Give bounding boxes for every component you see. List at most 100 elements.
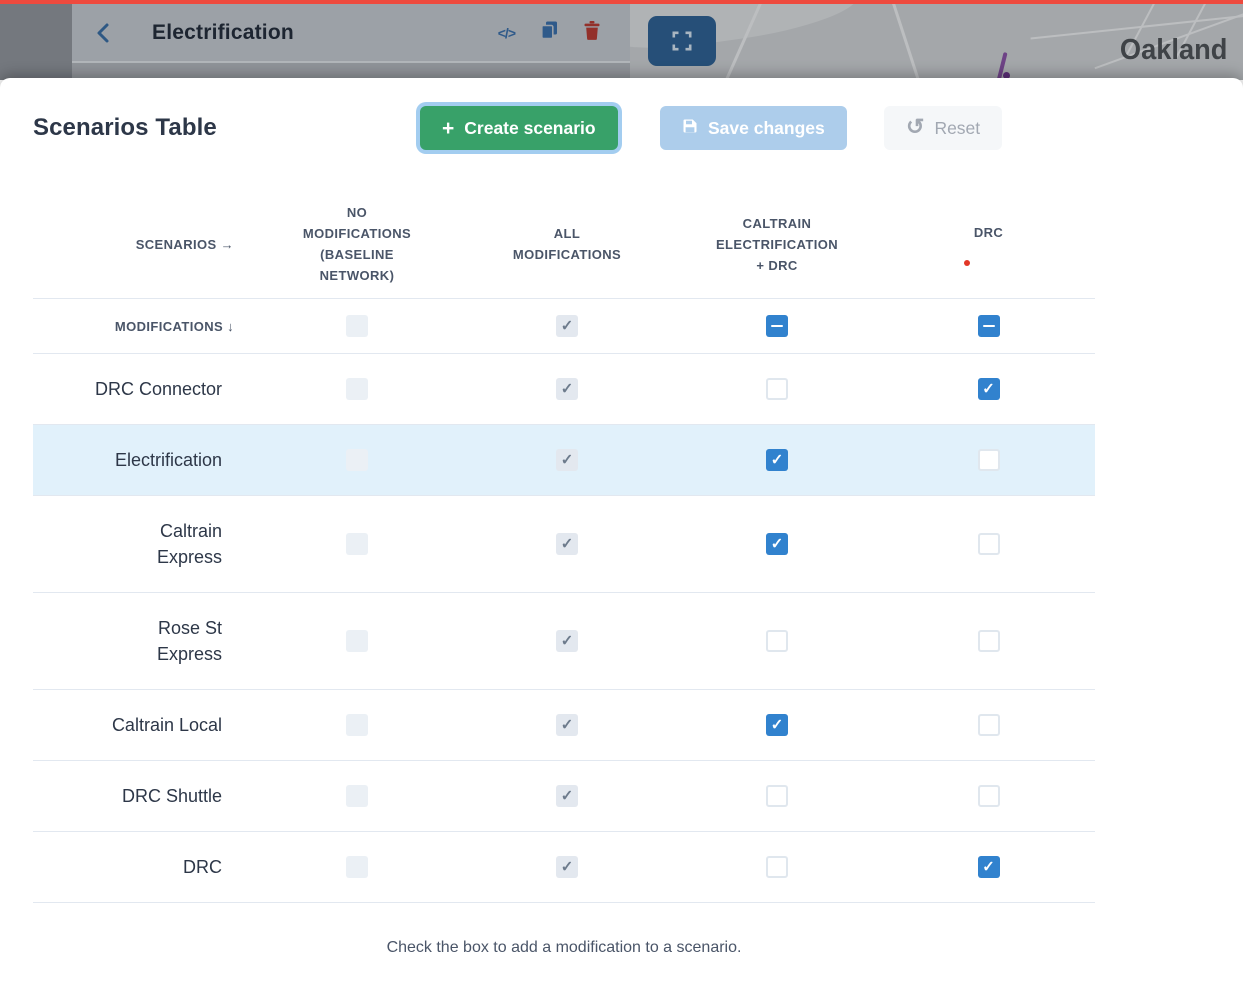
checkbox-cell [252,630,462,652]
app-window: Oakland Electrification </> [0,0,1243,983]
checkbox-cell [882,533,1095,555]
modification-row: DRC ✓ ✓ [33,832,1095,903]
scenario-column-label: ALL MODIFICATIONS [513,223,621,265]
checkbox-cell [882,785,1095,807]
modification-name: Caltrain Express [157,521,222,567]
fullscreen-button[interactable] [648,16,716,66]
scenario-checkbox-unchecked[interactable] [978,785,1000,807]
scenario-checkbox-unchecked[interactable] [766,856,788,878]
page-title: Scenarios Table [33,114,217,142]
scenario-checkbox-indeterminate[interactable] [978,315,1000,337]
scenario-checkbox-disabled-unchecked [346,449,368,471]
save-changes-button[interactable]: Save changes [660,106,847,150]
scenarios-corner-header: SCENARIOS → [33,237,252,252]
modification-title: Electrification [152,21,294,45]
checkbox-cell [672,630,882,652]
chevron-left-icon [96,22,110,44]
reset-button[interactable]: ↺ Reset [884,106,1002,150]
modification-row: Caltrain Express ✓ ✓ [33,496,1095,593]
checkbox-cell: ✓ [882,856,1095,878]
checkbox-cell: ✓ [462,533,672,555]
modification-name-cell: DRC Connector [33,376,252,402]
create-scenario-button[interactable]: + Create scenario [420,106,618,150]
scenario-checkbox-unchecked[interactable] [766,785,788,807]
modification-name: DRC Shuttle [122,786,222,806]
scenario-checkbox-disabled-unchecked [346,630,368,652]
top-accent-bar [0,0,1243,4]
scenario-checkbox-unchecked[interactable] [766,378,788,400]
save-changes-label: Save changes [708,118,825,139]
checkbox-cell [252,533,462,555]
scenario-checkbox-unchecked[interactable] [978,630,1000,652]
checkbox-cell: ✓ [672,449,882,471]
scenario-checkbox-indeterminate[interactable] [766,315,788,337]
checkbox-cell [252,856,462,878]
scenario-checkbox-disabled-checked: ✓ [556,630,578,652]
modification-row: Caltrain Local ✓ ✓ [33,690,1095,761]
checkbox-cell: ✓ [462,315,672,337]
check-icon: ✓ [561,452,574,467]
modification-name-cell: Rose St Express [33,615,252,667]
scenarios-table-modal: Scenarios Table + Create scenario Save c… [0,78,1243,983]
modification-name: DRC Connector [95,379,222,399]
modification-name-cell: Caltrain Express [33,518,252,570]
check-icon: ✓ [561,536,574,551]
scenario-checkbox-checked[interactable]: ✓ [766,714,788,736]
checkbox-cell: ✓ [462,714,672,736]
modification-row: Electrification ✓ ✓ [33,425,1095,496]
checkbox-cell: ✓ [882,378,1095,400]
reset-label: Reset [934,118,980,139]
scenario-column-label: NO MODIFICATIONS (BASELINE NETWORK) [303,202,411,286]
check-icon: ✓ [561,633,574,648]
scenario-checkbox-checked[interactable]: ✓ [978,378,1000,400]
scenario-checkbox-unchecked[interactable] [766,630,788,652]
code-icon[interactable]: </> [498,25,515,41]
scenario-checkbox-disabled-unchecked [346,315,368,337]
fullscreen-corners-icon [670,29,694,53]
check-icon: ✓ [561,381,574,396]
scenario-checkbox-disabled-checked: ✓ [556,378,578,400]
scenario-checkbox-checked[interactable]: ✓ [766,449,788,471]
plus-icon: + [442,118,454,139]
copy-icon[interactable] [541,21,558,45]
checkbox-cell [882,449,1095,471]
modification-titlebar: Electrification </> [72,4,630,63]
scenario-checkbox-checked[interactable]: ✓ [978,856,1000,878]
modification-name: Electrification [115,450,222,470]
modification-name: Rose St Express [157,618,222,664]
checkbox-cell [882,630,1095,652]
modification-name-cell: DRC [33,854,252,880]
scenario-checkbox-checked[interactable]: ✓ [766,533,788,555]
scenario-column-header: CALTRAIN ELECTRIFICATION + DRC [672,213,882,276]
checkbox-cell [882,714,1095,736]
checkbox-cell: ✓ [462,856,672,878]
checkbox-cell: ✓ [462,449,672,471]
reset-icon: ↺ [906,116,924,138]
scenario-checkbox-unchecked[interactable] [978,449,1000,471]
scenario-column-header: NO MODIFICATIONS (BASELINE NETWORK) [252,202,462,286]
check-icon: ✓ [561,788,574,803]
scenario-column-label: DRC [974,222,1003,243]
scenario-checkbox-unchecked[interactable] [978,533,1000,555]
checkbox-cell: ✓ [672,714,882,736]
checkbox-cell [672,856,882,878]
unsaved-changes-dot [964,260,970,266]
scenarios-table: SCENARIOS → NO MODIFICATIONS (BASELINE N… [33,190,1095,903]
modification-row: Rose St Express ✓ [33,593,1095,690]
checkbox-cell [882,315,1095,337]
scenario-column-header: DRC [882,222,1095,266]
scenario-checkbox-disabled-checked: ✓ [556,714,578,736]
checkbox-cell [672,378,882,400]
scenario-checkbox-disabled-unchecked [346,856,368,878]
back-button[interactable] [96,22,110,44]
scenario-checkbox-unchecked[interactable] [978,714,1000,736]
trash-icon[interactable] [584,21,600,45]
dimmed-map-background: Oakland Electrification </> [0,0,1243,80]
create-scenario-label: Create scenario [464,118,595,139]
modal-header: Scenarios Table + Create scenario Save c… [0,104,1243,152]
modification-name: Caltrain Local [112,715,222,735]
check-icon: ✓ [982,381,995,396]
modification-row: DRC Connector ✓ ✓ [33,354,1095,425]
checkbox-cell: ✓ [462,378,672,400]
checkbox-cell [672,785,882,807]
